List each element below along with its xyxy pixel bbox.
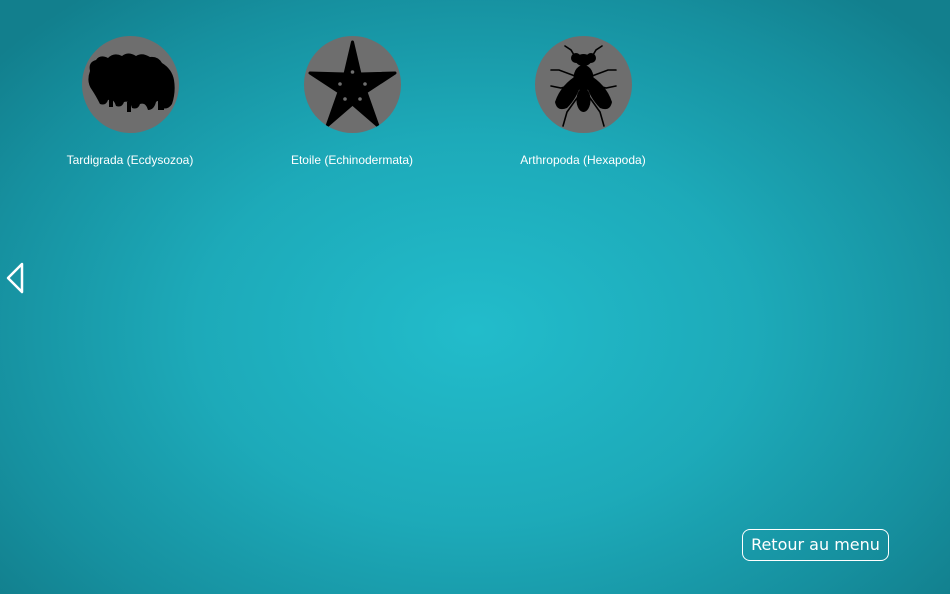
item-arthropoda[interactable]: Arthropoda (Hexapoda) bbox=[493, 36, 673, 167]
item-etoile[interactable]: Etoile (Echinodermata) bbox=[262, 36, 442, 167]
item-label: Etoile (Echinodermata) bbox=[290, 153, 414, 167]
item-label: Tardigrada (Ecdysozoa) bbox=[66, 153, 194, 167]
fly-icon[interactable] bbox=[534, 36, 632, 133]
back-button[interactable] bbox=[4, 262, 28, 294]
chevron-left-icon bbox=[6, 262, 24, 294]
tardigrade-icon[interactable] bbox=[81, 36, 179, 133]
starfish-icon[interactable] bbox=[303, 36, 401, 133]
item-label: Arthropoda (Hexapoda) bbox=[520, 153, 646, 167]
item-tardigrada[interactable]: Tardigrada (Ecdysozoa) bbox=[40, 36, 220, 167]
retour-menu-button[interactable]: Retour au menu bbox=[742, 529, 889, 561]
